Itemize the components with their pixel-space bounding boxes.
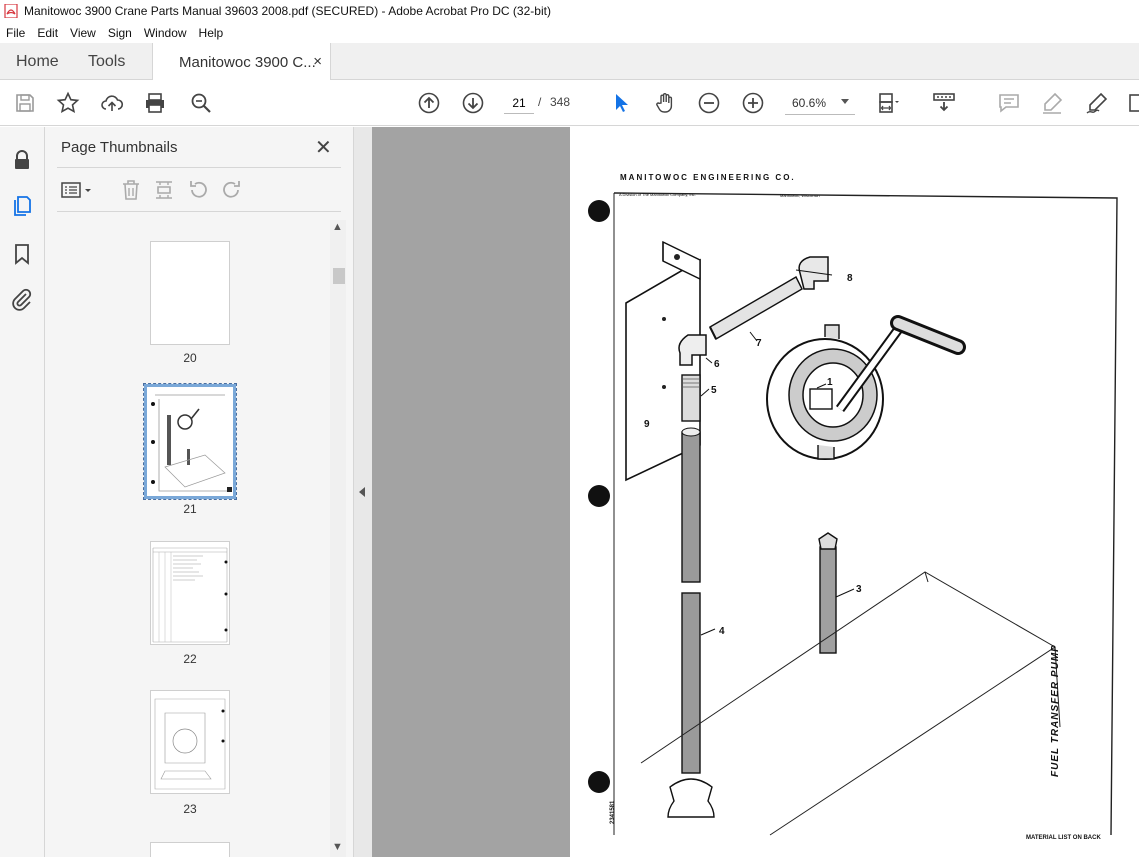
thumbnail-preview xyxy=(152,547,228,643)
extract-pages-icon[interactable] xyxy=(152,178,176,202)
rotate-left-icon[interactable] xyxy=(186,178,210,202)
scroll-down-icon[interactable]: ▼ xyxy=(332,841,343,853)
delete-icon[interactable] xyxy=(119,178,143,202)
next-page-icon[interactable] xyxy=(461,91,485,115)
tab-document[interactable]: Manitowoc 3900 C... × xyxy=(152,43,331,81)
thumbnail-preview xyxy=(147,387,233,496)
page-total: 348 xyxy=(550,95,571,109)
chevron-down-icon xyxy=(841,99,849,104)
menu-bar: File Edit View Sign Window Help xyxy=(0,22,1139,43)
part-number-label: 4 xyxy=(719,626,725,637)
window-title: Manitowoc 3900 Crane Parts Manual 39603 … xyxy=(24,4,551,18)
sign-icon[interactable] xyxy=(1085,91,1109,115)
bookmark-icon[interactable] xyxy=(10,242,34,266)
menu-help[interactable]: Help xyxy=(193,26,230,40)
tab-bar: Home Tools Manitowoc 3900 C... × xyxy=(0,43,1139,81)
part-number-label: 9 xyxy=(644,419,650,430)
thumbnail-preview xyxy=(154,698,226,790)
title-bar: Manitowoc 3900 Crane Parts Manual 39603 … xyxy=(0,0,1139,22)
select-cursor-icon[interactable] xyxy=(609,91,633,115)
tab-tools[interactable]: Tools xyxy=(88,43,125,80)
tab-close-icon[interactable]: × xyxy=(313,53,322,70)
tab-home[interactable]: Home xyxy=(16,43,59,80)
more-tools-icon[interactable] xyxy=(1126,91,1139,115)
page-thumbnails-icon[interactable] xyxy=(10,194,34,218)
thumbnail-label: 21 xyxy=(183,502,197,516)
menu-window[interactable]: Window xyxy=(138,26,193,40)
thumbnail-label: 23 xyxy=(183,802,197,816)
menu-file[interactable]: File xyxy=(0,26,31,40)
divider xyxy=(57,167,341,168)
save-icon[interactable] xyxy=(13,91,37,115)
menu-sign[interactable]: Sign xyxy=(102,26,138,40)
collapse-panel-icon[interactable] xyxy=(359,487,365,497)
menu-edit[interactable]: Edit xyxy=(31,26,64,40)
part-number-label: 6 xyxy=(714,359,720,370)
part-number-label: 5 xyxy=(711,385,717,396)
attachment-icon[interactable] xyxy=(10,287,34,311)
close-icon[interactable]: ✕ xyxy=(315,135,332,160)
company-name: MANITOWOC ENGINEERING CO. xyxy=(620,173,796,182)
scrollbar-thumb[interactable] xyxy=(333,268,345,284)
zoom-in-icon[interactable] xyxy=(741,91,765,115)
comment-icon[interactable] xyxy=(997,91,1021,115)
page-separator: / xyxy=(538,95,542,109)
prev-page-icon[interactable] xyxy=(417,91,441,115)
part-number-label: 7 xyxy=(756,338,762,349)
star-icon[interactable] xyxy=(56,91,80,115)
panel-title: Page Thumbnails xyxy=(61,139,178,156)
drawing-side-title: FUEL TRANSFER PUMP xyxy=(1050,644,1061,777)
scroll-mode-icon[interactable] xyxy=(932,91,956,115)
menu-view[interactable]: View xyxy=(64,26,102,40)
thumbnail-label: 20 xyxy=(183,351,197,365)
find-icon[interactable] xyxy=(189,91,213,115)
page-thumbnail-24[interactable] xyxy=(150,842,230,857)
zoom-value: 60.6% xyxy=(792,95,827,110)
print-icon[interactable] xyxy=(143,91,167,115)
lock-icon[interactable] xyxy=(10,148,34,172)
cloud-upload-icon[interactable] xyxy=(100,91,124,115)
drawing-footer: MATERIAL LIST ON BACK xyxy=(1026,835,1101,841)
thumbnail-scrollbar[interactable] xyxy=(330,220,346,857)
thumbnail-label: 22 xyxy=(183,652,197,666)
acrobat-icon xyxy=(4,4,18,18)
highlight-icon[interactable] xyxy=(1040,91,1064,115)
company-location: Manitowoc, Wisconsin xyxy=(780,193,820,198)
page-number-input[interactable] xyxy=(504,92,534,114)
page-thumbnail-21[interactable] xyxy=(143,383,237,500)
drawing-number: 2341581 xyxy=(610,800,616,824)
part-number-label: 8 xyxy=(847,273,853,284)
page-thumbnail-23[interactable] xyxy=(150,690,230,794)
page-thumbnail-22[interactable] xyxy=(150,541,230,645)
zoom-select[interactable]: 60.6% xyxy=(785,91,855,115)
page-thumbnail-20[interactable] xyxy=(150,241,230,345)
company-subtitle: A Division of The Manitowoc Company, Inc… xyxy=(619,192,696,197)
fit-page-icon[interactable] xyxy=(876,91,900,115)
part-number-label: 1 xyxy=(827,377,833,388)
hand-icon[interactable] xyxy=(653,91,677,115)
tab-document-label: Manitowoc 3900 C... xyxy=(179,53,316,71)
part-number-label: 3 xyxy=(856,584,862,595)
pdf-page: MANITOWOC ENGINEERING CO. A Division of … xyxy=(570,127,1139,857)
rotate-right-icon[interactable] xyxy=(220,178,244,202)
left-rail xyxy=(0,127,45,857)
divider xyxy=(57,211,341,212)
scroll-up-icon[interactable]: ▲ xyxy=(332,221,343,233)
thumbnail-options-icon[interactable] xyxy=(60,178,94,202)
zoom-out-icon[interactable] xyxy=(697,91,721,115)
